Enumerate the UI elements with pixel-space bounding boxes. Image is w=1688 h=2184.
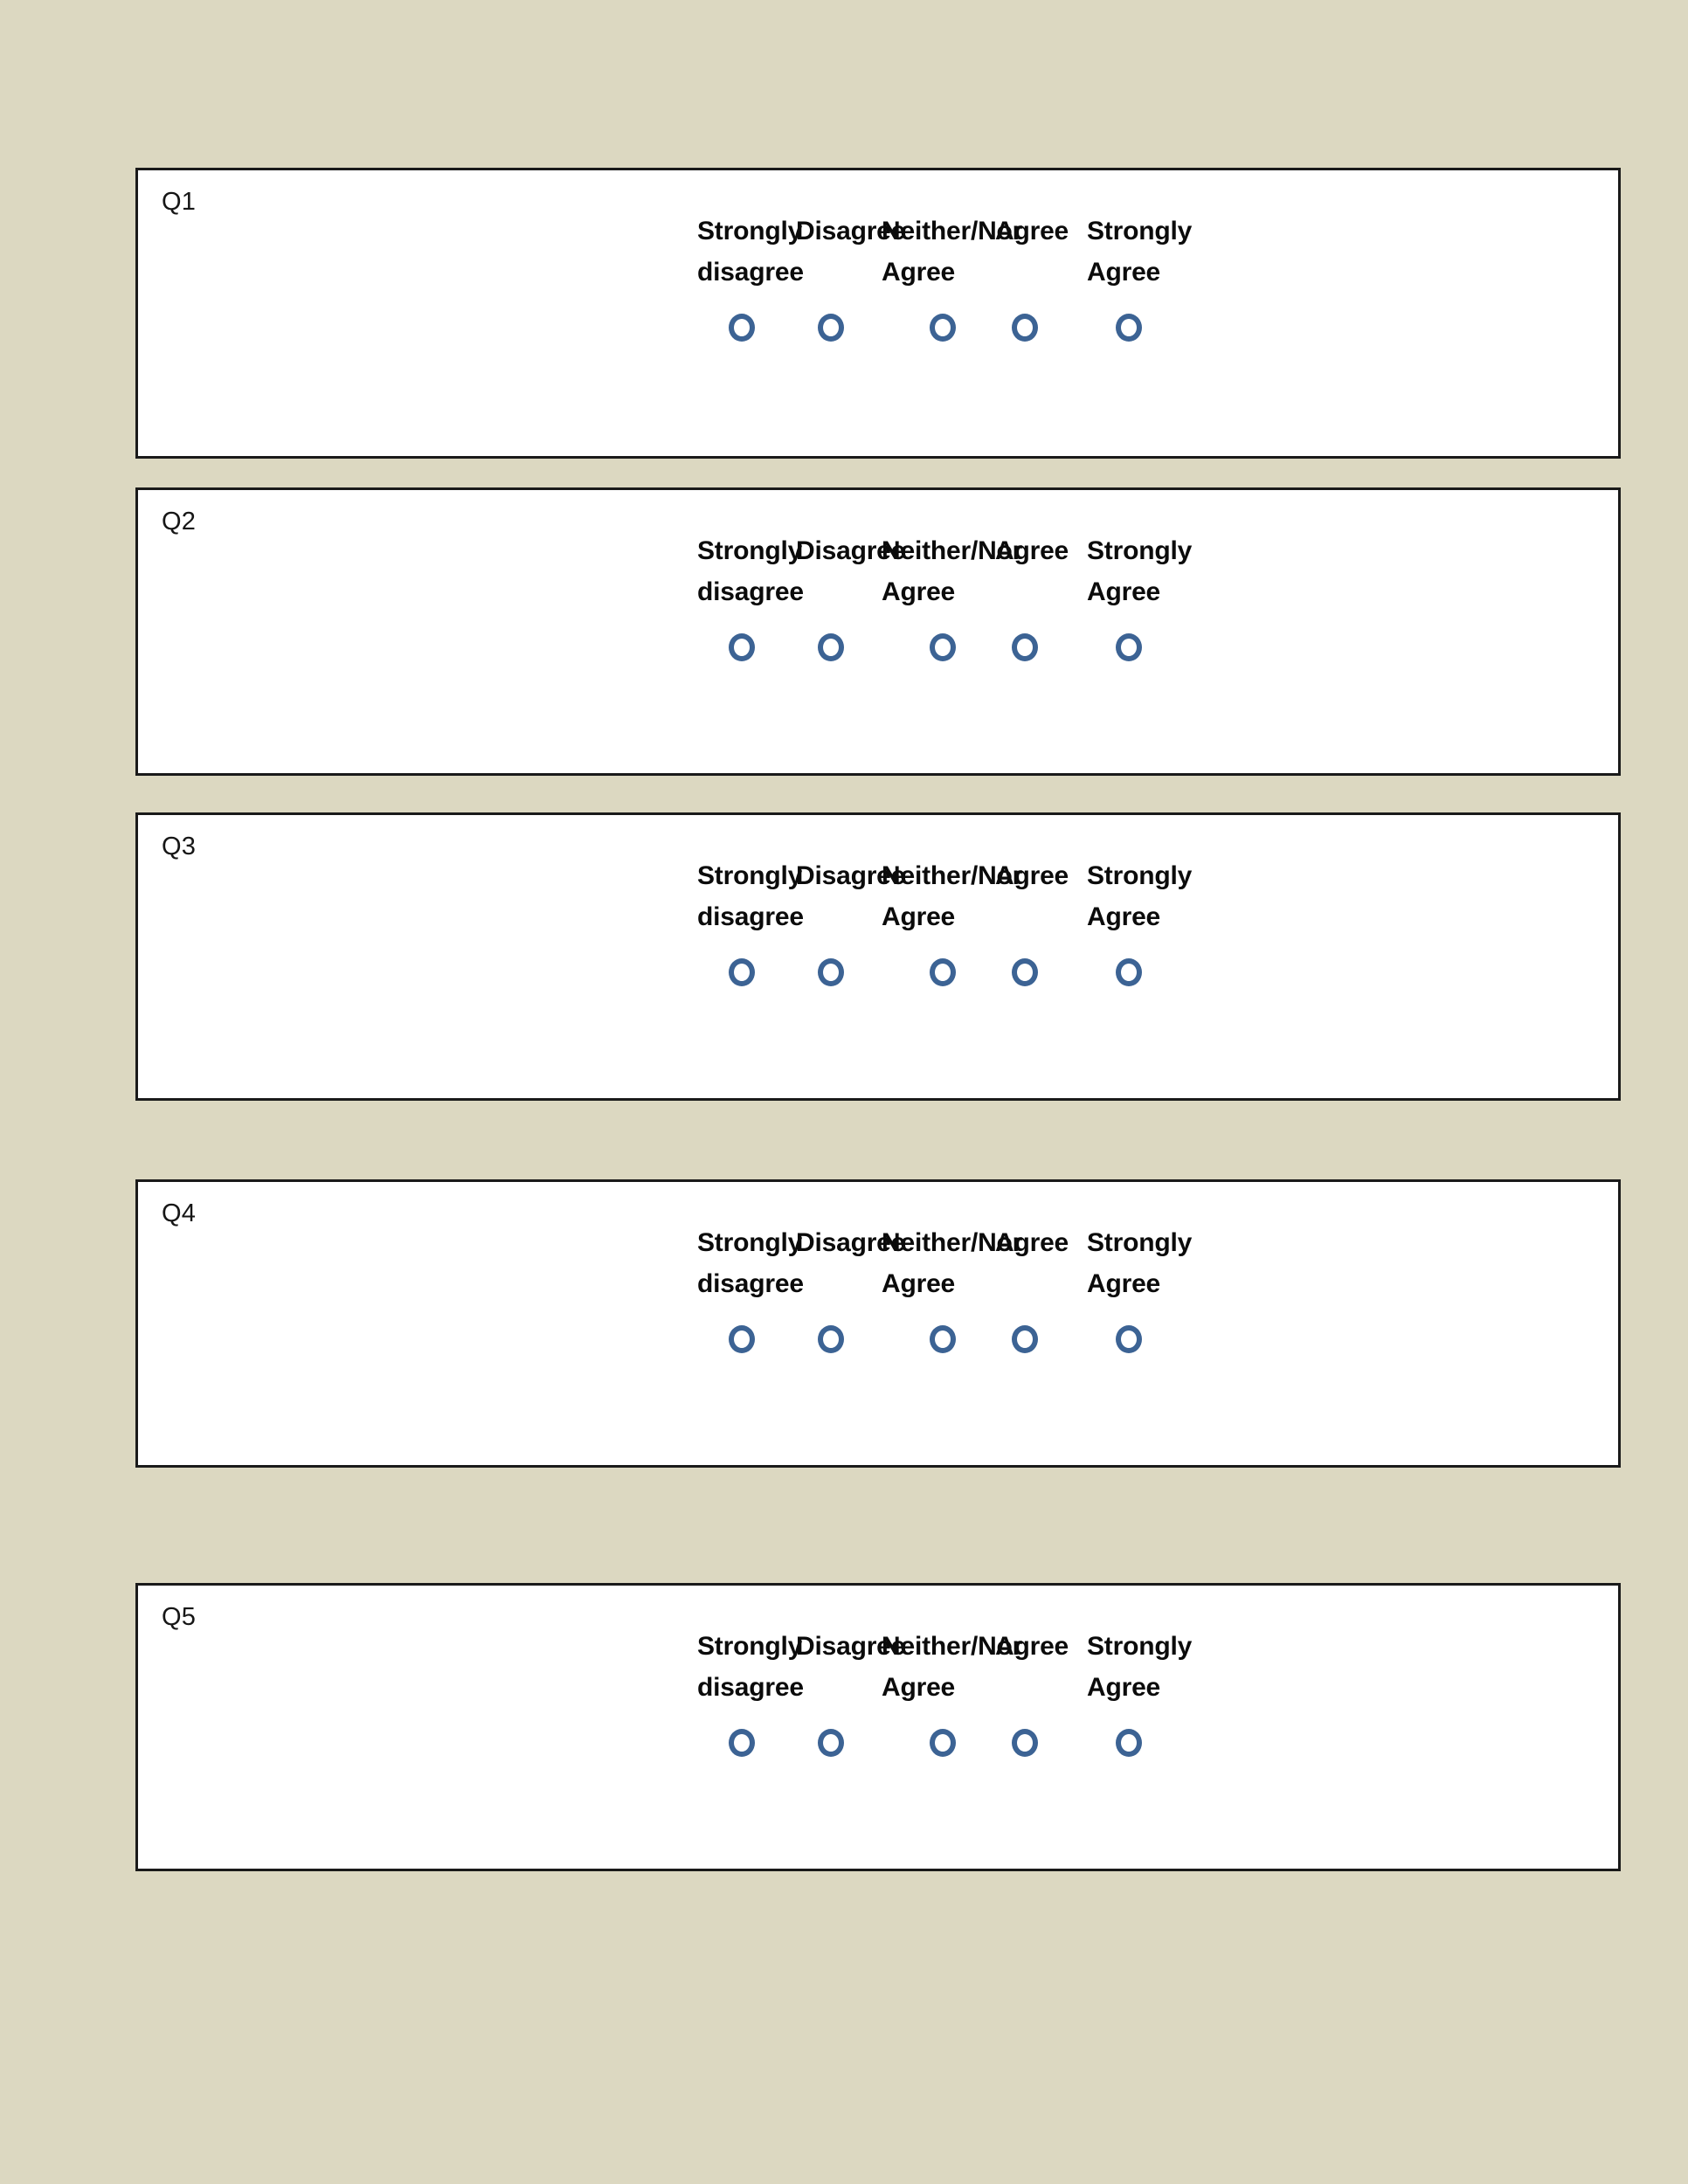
radio-circle-icon[interactable]	[1116, 314, 1142, 342]
radio-circle-icon[interactable]	[1116, 1729, 1142, 1757]
likert-option-label: Neither/Nor Agree	[882, 218, 1022, 287]
radio-button-q5-opt5[interactable]	[1116, 1729, 1247, 1757]
likert-option-label: Strongly Agree	[1087, 538, 1218, 605]
likert-scale-q3: Strongly disagree Disagree Neither/Nor Agree…	[697, 863, 1519, 1012]
radio-circle-icon[interactable]	[818, 1325, 844, 1353]
likert-option-label-line1: Strongly	[1087, 536, 1193, 565]
likert-option-column: Strongly Agree	[1087, 538, 1218, 661]
likert-option-label-line2: Agree	[882, 902, 956, 931]
question-number-label: Q3	[162, 833, 197, 860]
likert-option-label-line2: disagree	[697, 902, 804, 931]
radio-circle-icon[interactable]	[1012, 314, 1038, 342]
question-number-label: Q4	[162, 1199, 197, 1227]
likert-option-column: Neither/Nor Agree	[882, 1634, 1022, 1757]
radio-circle-icon[interactable]	[930, 958, 956, 986]
radio-circle-icon[interactable]	[1012, 1325, 1038, 1353]
question-card-q2: Q2 Strongly disagree Disagree Neither/Nor Agr…	[135, 487, 1621, 776]
radio-circle-icon[interactable]	[930, 633, 956, 661]
radio-circle-icon[interactable]	[1012, 958, 1038, 986]
likert-scale-q1: Strongly disagree Disagree Neither/Nor Agree…	[697, 218, 1519, 367]
likert-option-column: Strongly Agree	[1087, 863, 1218, 986]
likert-option-label-line1: Strongly	[1087, 861, 1193, 890]
likert-option-label-line1: Agree	[995, 1228, 1069, 1257]
likert-option-label-line2: Agree	[882, 1269, 956, 1298]
likert-option-label: Strongly Agree	[1087, 1230, 1218, 1297]
likert-option-label-line2: Agree	[1087, 1269, 1161, 1298]
likert-option-label: Neither/Nor Agree	[882, 1230, 1022, 1298]
question-card-q4: Q4 Strongly disagree Disagree Neither/Nor Agr…	[135, 1179, 1621, 1468]
likert-option-column: Neither/Nor Agree	[882, 863, 1022, 986]
radio-circle-icon[interactable]	[818, 633, 844, 661]
radio-circle-icon[interactable]	[818, 314, 844, 342]
radio-circle-icon[interactable]	[1116, 958, 1142, 986]
likert-option-column: Neither/Nor Agree	[882, 218, 1022, 342]
radio-circle-icon[interactable]	[930, 1729, 956, 1757]
likert-option-label-line1: Strongly	[697, 217, 803, 245]
radio-circle-icon[interactable]	[729, 314, 755, 342]
likert-option-column: Strongly Agree	[1087, 1634, 1218, 1757]
likert-option-column: Neither/Nor Agree	[882, 538, 1022, 661]
likert-scale-q2: Strongly disagree Disagree Neither/Nor Agree…	[697, 538, 1519, 687]
radio-button-q1-opt5[interactable]	[1116, 314, 1247, 342]
likert-option-column: Neither/Nor Agree	[882, 1230, 1022, 1353]
radio-circle-icon[interactable]	[729, 633, 755, 661]
radio-circle-icon[interactable]	[1012, 633, 1038, 661]
likert-option-label-line1: Agree	[995, 861, 1069, 890]
question-number-label: Q5	[162, 1603, 197, 1631]
radio-circle-icon[interactable]	[729, 958, 755, 986]
survey-page: Q1 Strongly disagree Disagree Neither/Nor Agr…	[0, 0, 1688, 2184]
likert-option-label: Strongly Agree	[1087, 1634, 1218, 1701]
radio-circle-icon[interactable]	[1116, 633, 1142, 661]
likert-option-label-line1: Strongly	[697, 1228, 803, 1257]
likert-scale-q4: Strongly disagree Disagree Neither/Nor Agree…	[697, 1230, 1519, 1379]
likert-option-label-line2: Agree	[882, 577, 956, 606]
likert-option-label-line2: disagree	[697, 1269, 804, 1298]
radio-button-q2-opt5[interactable]	[1116, 633, 1247, 661]
likert-option-label-line2: Agree	[1087, 577, 1161, 606]
question-card-q3: Q3 Strongly disagree Disagree Neither/Nor Agr…	[135, 812, 1621, 1101]
likert-option-label-line2: Agree	[882, 1673, 956, 1702]
radio-button-q4-opt5[interactable]	[1116, 1325, 1247, 1353]
question-number-label: Q1	[162, 188, 197, 216]
likert-option-label: Neither/Nor Agree	[882, 538, 1022, 606]
likert-option-label-line1: Strongly	[697, 536, 803, 565]
radio-button-q3-opt5[interactable]	[1116, 958, 1247, 986]
question-card-q1: Q1 Strongly disagree Disagree Neither/Nor Agr…	[135, 168, 1621, 459]
likert-option-label-line2: disagree	[697, 258, 804, 287]
radio-circle-icon[interactable]	[930, 1325, 956, 1353]
likert-option-label: Strongly Agree	[1087, 863, 1218, 930]
likert-option-column: Strongly Agree	[1087, 1230, 1218, 1353]
likert-option-label-line2: Agree	[1087, 1673, 1161, 1702]
likert-option-label-line1: Agree	[995, 1632, 1069, 1661]
likert-option-label-line2: Agree	[882, 258, 956, 287]
likert-option-label-line1: Agree	[995, 536, 1069, 565]
radio-circle-icon[interactable]	[818, 1729, 844, 1757]
likert-option-label-line1: Strongly	[1087, 217, 1193, 245]
likert-option-label-line2: Agree	[1087, 258, 1161, 287]
likert-option-label-line1: Strongly	[1087, 1228, 1193, 1257]
likert-option-label-line2: disagree	[697, 577, 804, 606]
likert-option-label-line1: Strongly	[697, 861, 803, 890]
radio-circle-icon[interactable]	[1012, 1729, 1038, 1757]
question-card-q5: Q5 Strongly disagree Disagree Neither/Nor Agr…	[135, 1583, 1621, 1871]
radio-circle-icon[interactable]	[1116, 1325, 1142, 1353]
likert-option-label: Neither/Nor Agree	[882, 1634, 1022, 1702]
likert-scale-q5: Strongly disagree Disagree Neither/Nor Agree…	[697, 1634, 1519, 1782]
radio-circle-icon[interactable]	[818, 958, 844, 986]
likert-option-column: Strongly Agree	[1087, 218, 1218, 342]
likert-option-label-line1: Strongly	[1087, 1632, 1193, 1661]
likert-option-label-line1: Agree	[995, 217, 1069, 245]
likert-option-label-line2: disagree	[697, 1673, 804, 1702]
likert-option-label: Strongly Agree	[1087, 218, 1218, 286]
radio-circle-icon[interactable]	[729, 1325, 755, 1353]
radio-circle-icon[interactable]	[930, 314, 956, 342]
radio-circle-icon[interactable]	[729, 1729, 755, 1757]
likert-option-label-line2: Agree	[1087, 902, 1161, 931]
likert-option-label-line1: Strongly	[697, 1632, 803, 1661]
likert-option-label: Neither/Nor Agree	[882, 863, 1022, 931]
question-number-label: Q2	[162, 508, 197, 536]
